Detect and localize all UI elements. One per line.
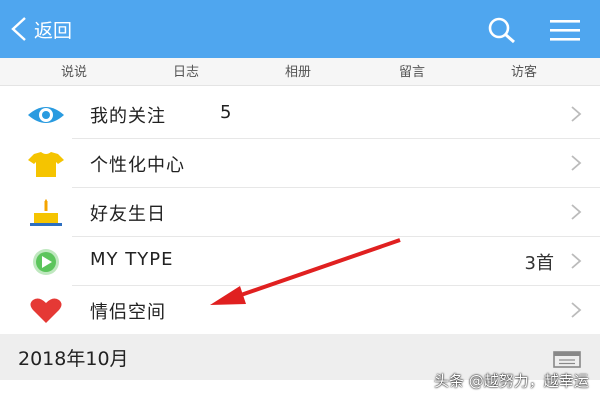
back-label: 返回 (34, 19, 73, 42)
follow-count: 5 (220, 102, 232, 123)
chevron-right-icon (571, 204, 582, 220)
menu-item-label: 情侣空间 (90, 302, 166, 323)
tab-bar: 说说 日志 相册 留言 访客 (0, 58, 600, 86)
menu-item-label: 个性化中心 (90, 155, 185, 176)
menu-item-friend-birthdays[interactable]: 好友生日 (0, 188, 600, 237)
chevron-right-icon (571, 302, 582, 318)
top-bar: 返回 (0, 0, 600, 58)
chevron-right-icon (571, 253, 582, 269)
calendar-icon[interactable] (553, 350, 581, 368)
tab-liuyan[interactable]: 留言 (372, 61, 452, 80)
eye-icon (28, 107, 64, 123)
watermark-text: 头条 @越努力，越幸运 (434, 372, 589, 390)
menu-icon[interactable] (548, 16, 582, 44)
tab-xiangce[interactable]: 相册 (258, 61, 338, 80)
menu-item-label: MY TYPE (90, 249, 174, 270)
heart-icon (30, 298, 62, 323)
menu-item-couple-space[interactable]: 情侣空间 (0, 286, 600, 335)
tab-shuoshuo[interactable]: 说说 (34, 61, 114, 80)
birthday-cake-icon (30, 199, 62, 226)
tab-rizhi[interactable]: 日志 (146, 61, 226, 80)
search-icon[interactable] (486, 16, 518, 44)
menu-item-my-follows[interactable]: 我的关注 5 (0, 90, 600, 139)
back-button[interactable]: 返回 (10, 14, 72, 44)
play-icon (33, 249, 59, 275)
tab-fangke[interactable]: 访客 (484, 61, 564, 80)
menu-item-label: 好友生日 (90, 204, 166, 225)
song-count: 3首 (524, 253, 554, 274)
date-label: 2018年10月 (18, 348, 129, 370)
chevron-right-icon (571, 106, 582, 122)
menu-item-my-type[interactable]: MY TYPE 3首 (0, 237, 600, 286)
tshirt-icon (28, 152, 64, 177)
chevron-right-icon (571, 155, 582, 171)
menu-item-label: 我的关注 (90, 106, 166, 127)
back-chevron-icon (11, 17, 26, 41)
menu-item-personalization[interactable]: 个性化中心 (0, 139, 600, 188)
